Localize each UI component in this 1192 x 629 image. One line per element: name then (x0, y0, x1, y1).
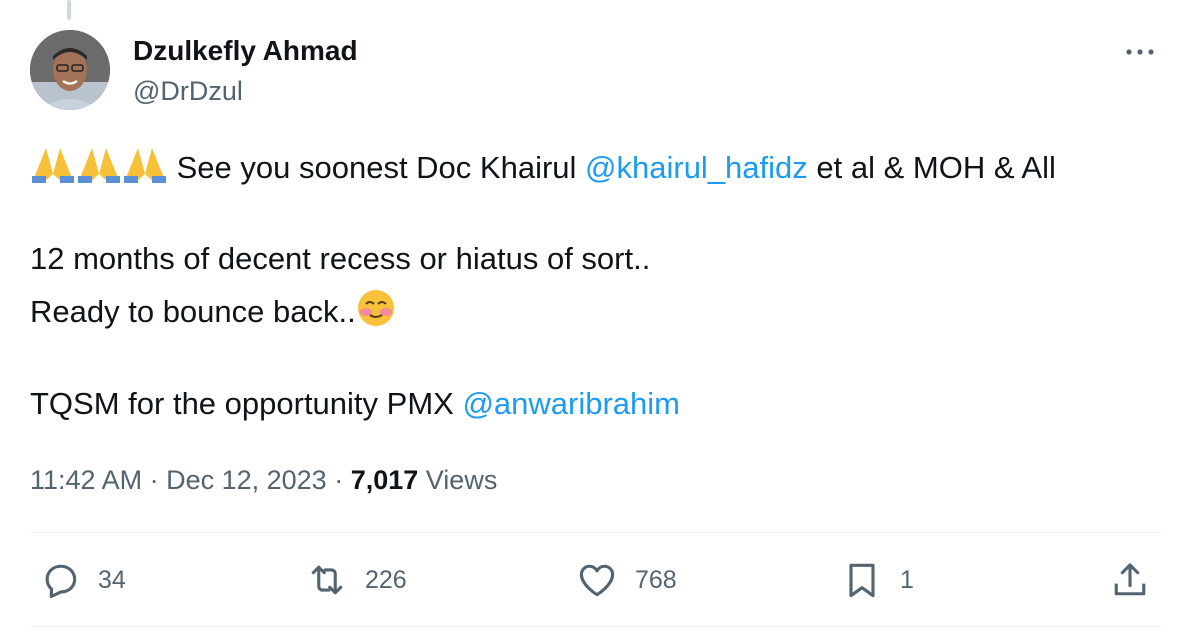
folded-hands-emoji (30, 144, 76, 193)
author-name[interactable]: Dzulkefly Ahmad (133, 35, 358, 67)
reply-icon (45, 564, 77, 599)
views-label: Views (418, 465, 498, 495)
share-button[interactable] (1108, 558, 1152, 602)
tweet-line-4: TQSM for the opportunity PMX @anwaribrah… (30, 385, 680, 423)
tweet-date[interactable]: Dec 12, 2023 (166, 465, 327, 495)
tweet-time[interactable]: 11:42 AM (30, 465, 142, 495)
like-button[interactable]: 768 (575, 558, 677, 602)
share-icon (1114, 563, 1146, 596)
mention-khairul-hafidz[interactable]: @khairul_hafidz (585, 150, 808, 185)
like-count: 768 (635, 565, 677, 594)
reply-count: 34 (98, 565, 126, 594)
tweet-line-1: See you soonest Doc Khairul @khairul_haf… (30, 144, 1056, 193)
heart-icon (579, 564, 615, 597)
tweet-line-3-text: Ready to bounce back.. (30, 294, 356, 329)
bookmark-button[interactable]: 1 (840, 558, 914, 602)
avatar-image (30, 30, 110, 110)
tweet-line-1-tail: et al & MOH & All (807, 150, 1056, 185)
folded-hands-emoji (76, 144, 122, 193)
repost-count: 226 (365, 565, 407, 594)
tweet-line-3: Ready to bounce back.. (30, 288, 396, 337)
meta-separator: · (142, 465, 167, 495)
thread-connector-line (67, 0, 71, 20)
repost-icon (311, 565, 343, 595)
repost-button[interactable]: 226 (305, 558, 407, 602)
tweet-line-2: 12 months of decent recess or hiatus of … (30, 241, 651, 276)
reply-button[interactable]: 34 (38, 558, 126, 602)
divider (30, 626, 1161, 627)
avatar[interactable] (30, 30, 110, 110)
divider (30, 532, 1161, 533)
author-handle[interactable]: @DrDzul (133, 76, 243, 107)
bookmark-count: 1 (900, 565, 914, 594)
tweet-line-4-text: TQSM for the opportunity PMX (30, 386, 463, 421)
mention-anwaribrahim[interactable]: @anwaribrahim (462, 386, 680, 421)
folded-hands-emoji (122, 144, 168, 193)
more-button[interactable] (1120, 38, 1160, 66)
tweet-meta: 11:42 AM · Dec 12, 2023 · 7,017 Views (30, 462, 497, 498)
tweet-line-1-text: See you soonest Doc Khairul (168, 150, 586, 185)
meta-separator: · (326, 465, 351, 495)
smiling-face-emoji (356, 288, 396, 337)
bookmark-icon (849, 563, 875, 598)
views-count: 7,017 (350, 465, 419, 495)
more-icon (1126, 49, 1154, 55)
